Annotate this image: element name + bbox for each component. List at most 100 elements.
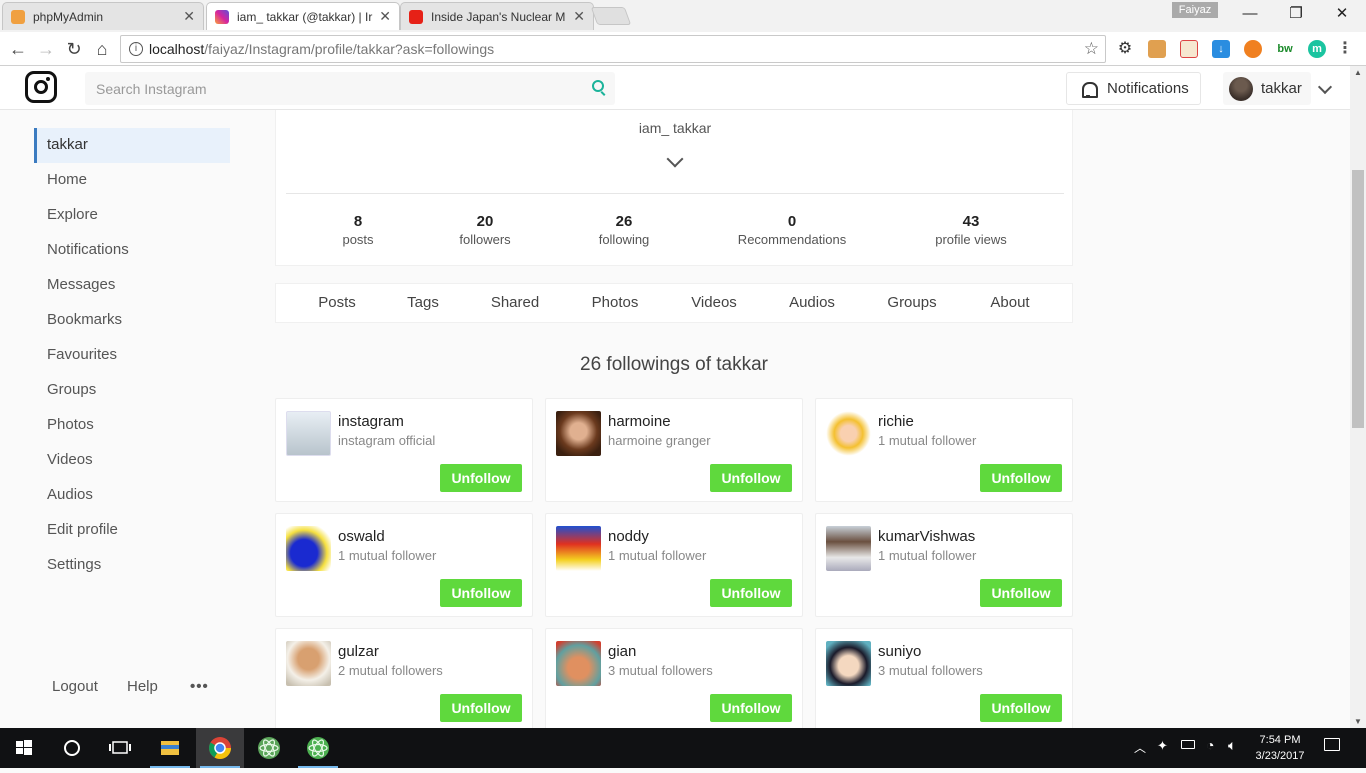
username-link[interactable]: harmoine <box>608 413 671 430</box>
page-scrollbar[interactable]: ▲ ▼ <box>1350 66 1366 728</box>
download-icon[interactable]: ↓ <box>1212 40 1230 58</box>
username-link[interactable]: instagram <box>338 413 404 430</box>
instagram-logo-icon[interactable] <box>25 71 57 103</box>
stat-recommendations[interactable]: 0 Recommendations <box>738 213 846 247</box>
sidebar-item-groups[interactable]: Groups <box>34 373 230 408</box>
unfollow-button[interactable]: Unfollow <box>710 579 792 607</box>
sidebar-item-explore[interactable]: Explore <box>34 198 230 233</box>
back-button[interactable]: ← <box>5 36 31 62</box>
unfollow-button[interactable]: Unfollow <box>440 579 522 607</box>
user-menu-button[interactable]: takkar <box>1223 72 1311 105</box>
chevron-down-icon[interactable] <box>666 150 684 168</box>
username-link[interactable]: gian <box>608 643 636 660</box>
dropbox-icon[interactable]: ✦ <box>1157 738 1168 754</box>
stat-following[interactable]: 26 following <box>599 213 650 247</box>
avatar[interactable] <box>826 641 871 686</box>
search-input[interactable] <box>85 72 615 105</box>
close-icon[interactable]: ✕ <box>379 8 391 25</box>
action-center-icon[interactable] <box>1324 738 1340 751</box>
close-window-button[interactable]: ✕ <box>1322 2 1362 26</box>
tab-about[interactable]: About <box>990 284 1029 324</box>
tab-audios[interactable]: Audios <box>789 284 835 324</box>
browser-profile-chip[interactable]: Faiyaz <box>1172 2 1218 18</box>
sidebar-item-bookmarks[interactable]: Bookmarks <box>34 303 230 338</box>
username-link[interactable]: noddy <box>608 528 649 545</box>
sidebar-item-favourites[interactable]: Favourites <box>34 338 230 373</box>
chevron-down-icon[interactable] <box>1317 79 1333 95</box>
system-clock[interactable]: 7:54 PM 3/23/2017 <box>1249 732 1311 764</box>
search-icon[interactable] <box>592 80 604 92</box>
bookmark-star-icon[interactable]: ☆ <box>1084 36 1099 62</box>
stat-profile-views[interactable]: 43 profile views <box>935 213 1007 247</box>
unfollow-button[interactable]: Unfollow <box>710 694 792 722</box>
unfollow-button[interactable]: Unfollow <box>440 464 522 492</box>
close-icon[interactable]: ✕ <box>183 8 195 25</box>
minimize-button[interactable]: — <box>1230 2 1270 26</box>
sidebar-item-videos[interactable]: Videos <box>34 443 230 478</box>
avatar[interactable] <box>286 641 331 686</box>
sidebar-item-settings[interactable]: Settings <box>34 548 230 583</box>
scroll-down-icon[interactable]: ▼ <box>1354 717 1362 726</box>
tab-videos[interactable]: Videos <box>691 284 737 324</box>
stat-followers[interactable]: 20 followers <box>459 213 510 247</box>
unfollow-button[interactable]: Unfollow <box>710 464 792 492</box>
scrollbar-thumb[interactable] <box>1352 170 1364 428</box>
unfollow-button[interactable]: Unfollow <box>440 694 522 722</box>
extension-icon[interactable] <box>1244 40 1262 58</box>
tab-posts[interactable]: Posts <box>318 284 356 324</box>
volume-icon[interactable]: 🔈︎ <box>1228 737 1236 754</box>
avatar[interactable] <box>286 526 331 571</box>
help-link[interactable]: Help <box>127 678 158 695</box>
scroll-up-icon[interactable]: ▲ <box>1354 68 1362 77</box>
atom-icon[interactable] <box>294 728 342 768</box>
file-explorer-icon[interactable] <box>146 728 194 768</box>
extension-icon[interactable] <box>1148 40 1166 58</box>
windows-start-icon[interactable] <box>0 728 48 768</box>
maximize-button[interactable]: ❐ <box>1276 2 1316 26</box>
avatar[interactable] <box>556 526 601 571</box>
extension-icon[interactable] <box>1180 40 1198 58</box>
address-bar[interactable]: i localhost/faiyaz/Instagram/profile/tak… <box>120 35 1106 63</box>
reload-button[interactable]: ↻ <box>61 36 87 62</box>
sidebar-item-photos[interactable]: Photos <box>34 408 230 443</box>
tab-instagram[interactable]: iam_ takkar (@takkar) | Ir ✕ <box>206 2 400 30</box>
notifications-button[interactable]: Notifications <box>1066 72 1201 105</box>
extension-icon[interactable]: bw <box>1274 40 1296 58</box>
sidebar-item-audios[interactable]: Audios <box>34 478 230 513</box>
tab-photos[interactable]: Photos <box>592 284 639 324</box>
sidebar-item-notifications[interactable]: Notifications <box>34 233 230 268</box>
search-icon[interactable] <box>48 728 96 768</box>
logout-link[interactable]: Logout <box>52 678 98 695</box>
info-icon[interactable]: i <box>129 42 143 56</box>
sidebar-item-home[interactable]: Home <box>34 163 230 198</box>
tab-groups[interactable]: Groups <box>887 284 936 324</box>
tab-tags[interactable]: Tags <box>407 284 439 324</box>
extension-icon[interactable]: m <box>1308 40 1326 58</box>
home-button[interactable]: ⌂ <box>89 36 115 62</box>
forward-button[interactable]: → <box>33 36 59 62</box>
tab-shared[interactable]: Shared <box>491 284 539 324</box>
atom-icon[interactable] <box>245 728 293 768</box>
stat-posts[interactable]: 8 posts <box>342 213 373 247</box>
avatar[interactable] <box>286 411 331 456</box>
sidebar-item-messages[interactable]: Messages <box>34 268 230 303</box>
avatar[interactable] <box>826 526 871 571</box>
avatar[interactable] <box>556 411 601 456</box>
more-options-icon[interactable]: ••• <box>190 678 209 695</box>
unfollow-button[interactable]: Unfollow <box>980 694 1062 722</box>
unfollow-button[interactable]: Unfollow <box>980 579 1062 607</box>
new-tab-button[interactable] <box>590 7 632 25</box>
username-link[interactable]: oswald <box>338 528 385 545</box>
sidebar-item-profile[interactable]: takkar <box>34 128 230 163</box>
username-link[interactable]: richie <box>878 413 914 430</box>
tab-youtube[interactable]: Inside Japan's Nuclear M ✕ <box>400 2 594 30</box>
username-link[interactable]: suniyo <box>878 643 921 660</box>
wifi-icon[interactable]: ◔ <box>1206 737 1214 753</box>
sidebar-item-edit-profile[interactable]: Edit profile <box>34 513 230 548</box>
chrome-icon[interactable] <box>196 728 244 768</box>
task-view-icon[interactable] <box>96 728 144 768</box>
close-icon[interactable]: ✕ <box>573 8 585 25</box>
avatar[interactable] <box>826 411 871 456</box>
username-link[interactable]: kumarVishwas <box>878 528 975 545</box>
menu-icon[interactable]: ⋮ <box>1336 40 1354 58</box>
